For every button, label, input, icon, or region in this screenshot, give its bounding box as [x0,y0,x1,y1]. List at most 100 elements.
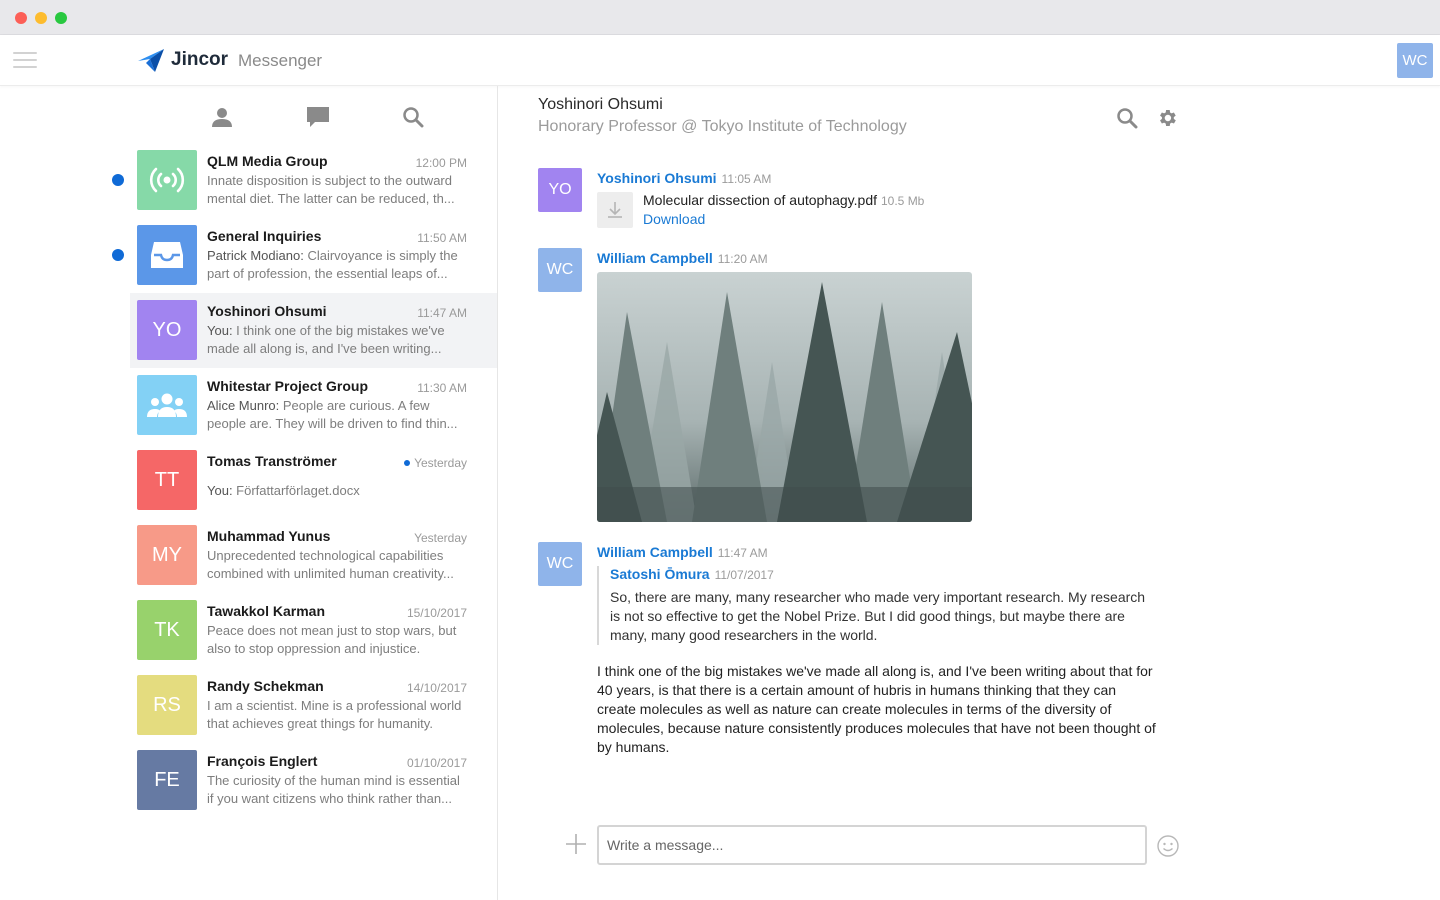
menu-icon[interactable] [13,52,37,69]
unread-indicator [112,249,124,261]
quoted-message: Satoshi Ōmura 11/07/2017 So, there are ma… [597,566,1157,645]
search-icon[interactable] [400,104,426,130]
contacts-icon[interactable] [209,104,235,130]
chat-search-icon[interactable] [1115,106,1139,130]
conversation-time: Yesterday [414,531,467,545]
foggy-forest-photo[interactable] [597,272,972,522]
message-input[interactable] [597,825,1147,865]
unread-indicator [112,174,124,186]
inbox-icon [137,225,197,285]
conversation-preview: Patrick Modiano: Clairvoyance is simply … [207,247,469,283]
message-time: 11:47 AM [717,546,768,560]
preview-text: Unprecedented technological capabilities… [207,548,454,581]
conversation-name: Tomas Tranströmer [207,453,337,469]
conversation-name: Whitestar Project Group [207,378,369,394]
message-avatar[interactable]: WC [538,542,582,586]
attach-plus-icon[interactable] [564,832,588,856]
settings-gear-icon[interactable] [1155,106,1179,130]
conversation-time-text: 11:47 AM [417,306,467,320]
conversation-item[interactable]: YO Yoshinori Ohsumi 11:47 AM You: I think o… [130,293,497,368]
conversation-name: Muhammad Yunus [207,528,331,544]
user-avatar[interactable]: WC [1397,43,1433,78]
message-author[interactable]: William Campbell 11:47 AM [597,544,768,560]
message-item: WC William Campbell 11:47 AM Satoshi Ōmur… [538,542,1158,772]
conversation-preview: I am a scientist. Mine is a professional… [207,697,469,733]
conversation-time-text: Yesterday [414,531,467,545]
quote-text: So, there are many, many researcher who … [610,589,1146,643]
download-link[interactable]: Download [643,211,705,227]
sidebar-tabs [0,86,497,146]
window-minimize-button[interactable] [35,12,47,24]
file-name: Molecular dissection of autophagy.pdf 10.… [643,192,925,208]
conversation-time: 11:50 AM [417,231,467,245]
preview-text: I think one of the big mistakes we've ma… [207,323,445,356]
preview-text: Innate disposition is subject to the out… [207,173,455,206]
message-avatar[interactable]: YO [538,168,582,212]
conversation-time: 15/10/2017 [407,606,467,620]
group-icon [137,375,197,435]
message-author[interactable]: Yoshinori Ohsumi 11:05 AM [597,170,771,186]
conversation-time-text: 14/10/2017 [406,681,467,695]
preview-sender: You: [207,483,233,498]
conversation-name: Tawakkol Karman [207,603,326,619]
jincor-logo-icon [138,49,164,72]
conversation-time-text: Yesterday [414,456,467,470]
preview-text: Författarförlaget.docx [232,483,360,498]
conversation-item[interactable]: TT Tomas Tranströmer Yesterday You: Författ… [130,443,497,518]
brand-subtitle: Messenger [238,51,323,70]
preview-sender: Patrick Modiano: [207,248,304,263]
conversation-avatar: FE [137,750,197,810]
message-item: YO Yoshinori Ohsumi 11:05 AM Molecular di… [538,168,1138,238]
conversation-item[interactable]: QLM Media Group 12:00 PM Innate dispositio… [112,143,497,218]
conversation-preview: You: I think one of the big mistakes we'… [207,322,469,358]
conversation-time-text: 01/10/2017 [406,756,467,770]
conversation-item[interactable]: RS Randy Schekman 14/10/2017 I am a scienti… [130,668,497,743]
conversation-list: QLM Media Group 12:00 PM Innate dispositio… [112,143,497,818]
conversation-name: Yoshinori Ohsumi [207,303,327,319]
message-author[interactable]: William Campbell 11:20 AM [597,250,768,266]
quote-author[interactable]: Satoshi Ōmura 11/07/2017 [610,566,1157,582]
conversation-time: 12:00 PM [416,156,467,170]
app-header: Jincor Messenger WC [0,35,1440,86]
preview-text: The curiosity of the human mind is essen… [207,773,460,806]
chat-bubble-icon[interactable] [305,104,331,130]
conversation-item[interactable]: FE François Englert 01/10/2017 The curiosit… [130,743,497,818]
window-titlebar [0,0,1440,35]
preview-text: Peace does not mean just to stop wars, b… [207,623,457,656]
conversation-time: 11:47 AM [417,306,467,320]
conversation-time-text: 15/10/2017 [406,606,467,620]
conversation-item[interactable]: MY Muhammad Yunus Yesterday Unprecedented t… [130,518,497,593]
conversation-time: 11:30 AM [417,381,467,395]
conversation-name: Randy Schekman [207,678,324,694]
conversation-avatar: MY [137,525,197,585]
preview-sender: You: [207,323,233,338]
brand-name: Jincor [171,49,229,70]
conversation-item[interactable]: TK Tawakkol Karman 15/10/2017 Peace does no… [130,593,497,668]
unread-indicator [404,459,411,466]
download-icon[interactable] [597,192,633,228]
conversation-preview: You: Författarförlaget.docx [207,482,469,518]
message-time: 11:05 AM [721,172,772,186]
window-maximize-button[interactable] [55,12,67,24]
window-close-button[interactable] [15,12,27,24]
chat-panel: Yoshinori Ohsumi Honorary Professor @ To… [498,86,1440,900]
quote-date: 11/07/2017 [714,568,774,582]
sidebar: QLM Media Group 12:00 PM Innate dispositio… [0,86,498,900]
conversation-avatar: YO [137,300,197,360]
message-text: I think one of the big mistakes we've ma… [597,663,1156,755]
conversation-time-text: 11:30 AM [417,381,467,395]
conversation-name: QLM Media Group [207,153,328,169]
chat-contact-name: Yoshinori Ohsumi [538,96,663,113]
conversation-time-text: 12:00 PM [415,156,467,170]
conversation-name: François Englert [207,753,318,769]
conversation-preview: Alice Munro: People are curious. A few p… [207,397,469,433]
conversation-item[interactable]: Whitestar Project Group 11:30 AM Alice Mun… [130,368,497,443]
conversation-preview: Peace does not mean just to stop wars, b… [207,622,469,658]
emoji-icon[interactable] [1156,834,1180,858]
conversation-time-text: 11:50 AM [417,231,467,245]
message-avatar[interactable]: WC [538,248,582,292]
message-item: WC William Campbell 11:20 AM [538,248,1138,528]
conversation-item[interactable]: General Inquiries 11:50 AM Patrick Modiano… [112,218,497,293]
preview-text: I am a scientist. Mine is a professional… [207,698,462,731]
conversation-name: General Inquiries [207,228,322,244]
